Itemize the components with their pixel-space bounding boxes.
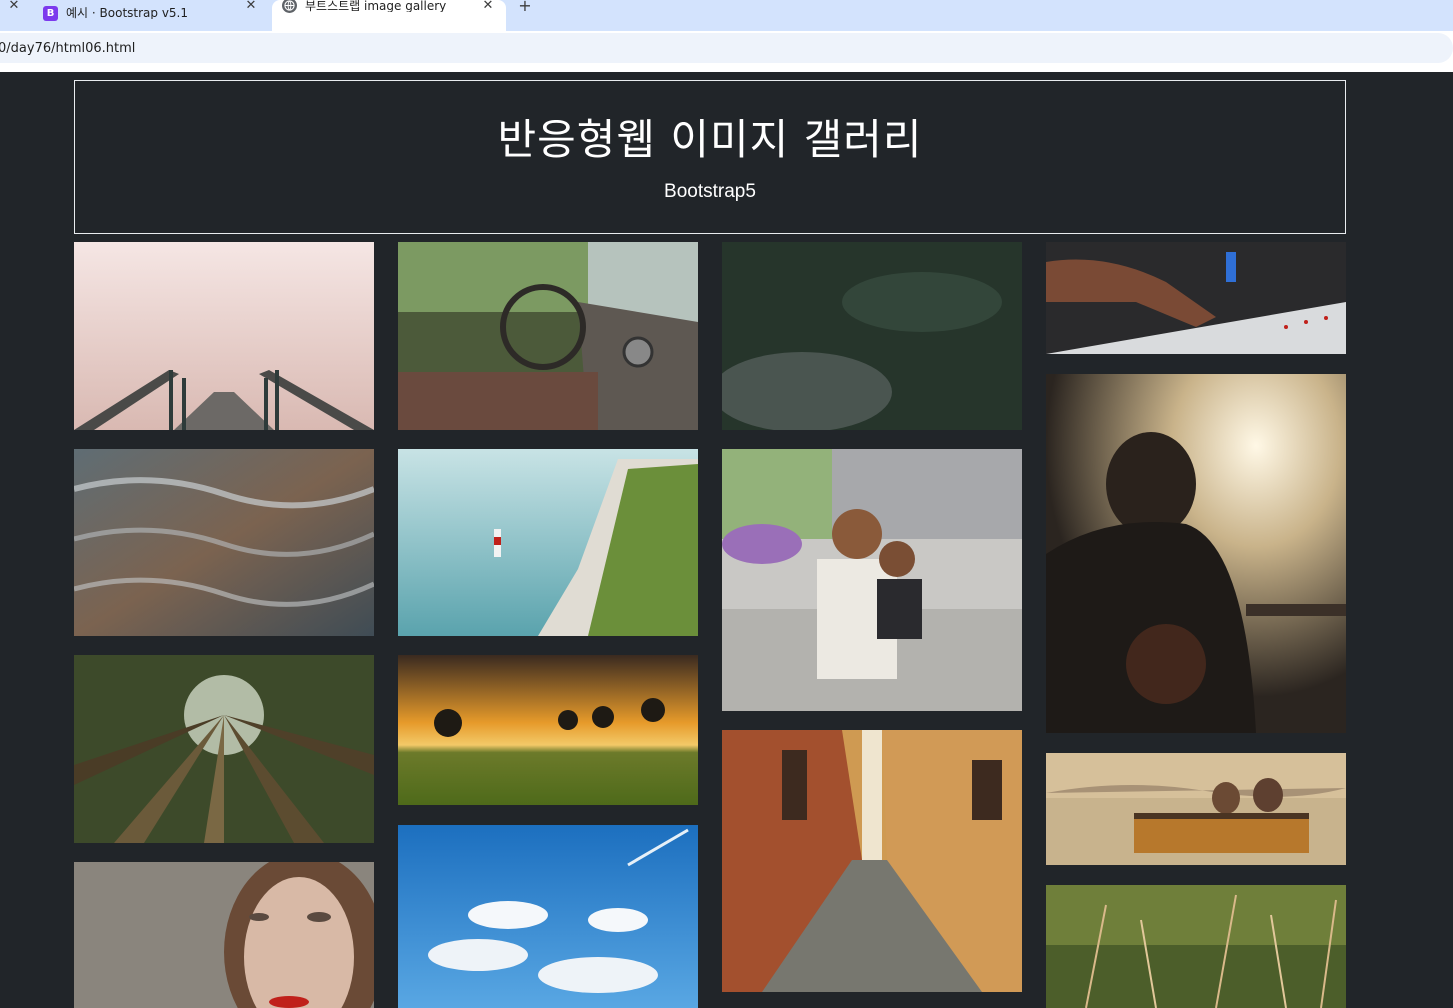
grass-golden-light-photo[interactable]: [1046, 885, 1346, 1008]
page-body: 반응형웹 이미지 갤러리 Bootstrap5: [0, 72, 1453, 1008]
lighthouse-cliff-photo[interactable]: [398, 449, 698, 636]
tab-title: 부트스트랩 image gallery: [305, 0, 447, 12]
mixing-console-hand-photo[interactable]: [1046, 242, 1346, 354]
blue-sky-clouds-photo[interactable]: [398, 825, 698, 1008]
globe-icon: [282, 0, 297, 13]
tab-bootstrap-example[interactable]: B 예시 · Bootstrap v5.1 ✕: [35, 0, 269, 26]
bootstrap-icon: B: [43, 5, 58, 21]
close-tab-icon[interactable]: ✕: [243, 0, 259, 16]
sunset-field-trees-photo[interactable]: [398, 655, 698, 805]
man-sunset-backlit-photo[interactable]: [1046, 374, 1346, 733]
couple-bench-sea-photo[interactable]: [1046, 753, 1346, 865]
tab-image-gallery[interactable]: 부트스트랩 image gallery ✕: [272, 0, 506, 31]
tall-trees-looking-up-photo[interactable]: [74, 655, 374, 843]
misty-stairs-photo[interactable]: [74, 242, 374, 430]
new-tab-button[interactable]: +: [516, 0, 534, 14]
address-bar[interactable]: 0/day76/html06.html: [0, 33, 1453, 63]
browser-toolbar: 0/day76/html06.html: [0, 31, 1453, 69]
woman-portrait-photo[interactable]: [74, 862, 374, 1008]
page-subtitle: Bootstrap5: [664, 181, 756, 202]
rippled-water-photo[interactable]: [74, 449, 374, 636]
tab-title: 예시 · Bootstrap v5.1: [66, 7, 189, 19]
mother-child-street-photo[interactable]: [722, 449, 1022, 711]
abandoned-truck-interior-photo[interactable]: [398, 242, 698, 430]
header-box: 반응형웹 이미지 갤러리 Bootstrap5: [74, 80, 1346, 234]
page-title: 반응형웹 이미지 갤러리: [497, 115, 923, 164]
close-tab-icon[interactable]: ✕: [6, 0, 22, 16]
url-text[interactable]: 0/day76/html06.html: [0, 41, 135, 56]
tab-strip: ✕ B 예시 · Bootstrap v5.1 ✕ 부트스트랩 image ga…: [0, 0, 1453, 31]
pine-forest-aerial-photo[interactable]: [722, 242, 1022, 430]
narrow-alley-cobblestone-photo[interactable]: [722, 730, 1022, 992]
close-tab-icon[interactable]: ✕: [480, 0, 496, 16]
